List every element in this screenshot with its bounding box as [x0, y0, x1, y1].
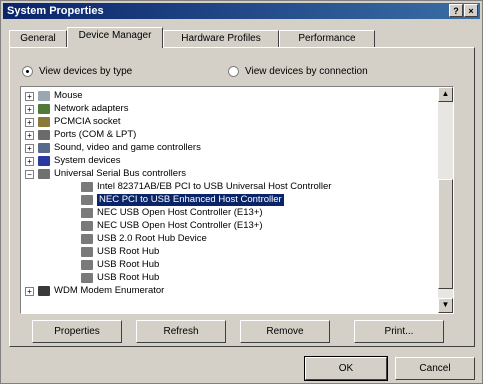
collapse-icon[interactable]: − — [25, 169, 34, 179]
tree-item-nec-open-2[interactable]: NEC USB Open Host Controller (E13+) — [81, 220, 263, 232]
tree-item-pcmcia-socket[interactable]: + PCMCIA socket — [25, 116, 121, 128]
tree-item-label: WDM Modem Enumerator — [54, 285, 165, 296]
tab-device-manager[interactable]: Device Manager — [67, 27, 163, 48]
tree-item-usb2-root-hub[interactable]: USB 2.0 Root Hub Device — [81, 233, 207, 245]
tree-item-label: Mouse — [54, 90, 83, 101]
ok-button[interactable]: OK — [304, 356, 388, 381]
device-tree[interactable]: + Mouse + Network adapters + PCMCIA sock… — [20, 86, 454, 314]
tab-hardware-profiles[interactable]: Hardware Profiles — [163, 30, 279, 47]
tree-item-label: Universal Serial Bus controllers — [54, 168, 186, 179]
title-bar[interactable]: System Properties ? × — [3, 3, 480, 19]
view-by-connection-option[interactable]: View devices by connection — [228, 64, 368, 78]
tree-item-label: USB Root Hub — [97, 259, 160, 270]
tree-item-label: Network adapters — [54, 103, 129, 114]
expand-icon[interactable]: + — [25, 130, 34, 140]
tree-item-mouse[interactable]: + Mouse — [25, 90, 83, 102]
remove-button[interactable]: Remove — [240, 320, 330, 343]
usb-device-icon — [81, 195, 93, 205]
tree-item-wdm-modem[interactable]: + WDM Modem Enumerator — [25, 285, 164, 297]
tree-item-label: Sound, video and game controllers — [54, 142, 201, 153]
tree-item-sound-video[interactable]: + Sound, video and game controllers — [25, 142, 201, 154]
view-by-connection-label: View devices by connection — [245, 65, 368, 77]
print-button[interactable]: Print... — [354, 320, 444, 343]
mouse-icon — [38, 91, 50, 101]
tree-item-nec-open-1[interactable]: NEC USB Open Host Controller (E13+) — [81, 207, 263, 219]
view-by-type-label: View devices by type — [39, 65, 133, 77]
window-title: System Properties — [7, 5, 104, 17]
tree-item-label: System devices — [54, 155, 121, 166]
tab-general[interactable]: General — [9, 30, 67, 47]
usb-device-icon — [81, 221, 93, 231]
usb-icon — [38, 169, 50, 179]
modem-icon — [38, 286, 50, 296]
tree-item-label: USB Root Hub — [97, 246, 160, 257]
view-by-connection-radio[interactable] — [228, 65, 239, 77]
tree-item-label: Intel 82371AB/EB PCI to USB Universal Ho… — [97, 181, 332, 192]
tree-item-label: USB 2.0 Root Hub Device — [97, 233, 207, 244]
tree-item-label: USB Root Hub — [97, 272, 160, 283]
scroll-thumb[interactable] — [438, 179, 453, 289]
tree-item-ports[interactable]: + Ports (COM & LPT) — [25, 129, 136, 141]
expand-icon[interactable]: + — [25, 156, 34, 166]
tree-item-usb-root-hub-1[interactable]: USB Root Hub — [81, 246, 159, 258]
tree-item-usb-root-hub-3[interactable]: USB Root Hub — [81, 272, 159, 284]
close-button[interactable]: × — [464, 4, 478, 17]
device-manager-panel: View devices by type View devices by con… — [9, 47, 475, 347]
usb-device-icon — [81, 260, 93, 270]
expand-icon[interactable]: + — [25, 104, 34, 114]
tree-item-nec-enhanced[interactable]: NEC PCI to USB Enhanced Host Controller — [81, 193, 285, 207]
usb-device-icon — [81, 273, 93, 283]
refresh-button[interactable]: Refresh — [136, 320, 226, 343]
tree-item-system-devices[interactable]: + System devices — [25, 155, 121, 167]
usb-device-icon — [81, 234, 93, 244]
cancel-button[interactable]: Cancel — [395, 357, 475, 380]
expand-icon[interactable]: + — [25, 91, 34, 101]
network-card-icon — [38, 104, 50, 114]
expand-icon[interactable]: + — [25, 143, 34, 153]
tree-item-label: Ports (COM & LPT) — [54, 129, 137, 140]
tree-item-usb-root-hub-2[interactable]: USB Root Hub — [81, 259, 159, 271]
title-buttons: ? × — [449, 4, 478, 17]
tree-item-label: NEC USB Open Host Controller (E13+) — [97, 207, 263, 218]
scroll-down-icon[interactable]: ▼ — [438, 298, 453, 313]
help-button[interactable]: ? — [449, 4, 463, 17]
usb-device-icon — [81, 182, 93, 192]
view-by-type-radio[interactable] — [22, 65, 33, 77]
tab-performance[interactable]: Performance — [279, 30, 375, 47]
tree-item-label: PCMCIA socket — [54, 116, 121, 127]
tree-item-label: NEC USB Open Host Controller (E13+) — [97, 220, 263, 231]
tree-item-network-adapters[interactable]: + Network adapters — [25, 103, 128, 115]
tree-item-intel-usb[interactable]: Intel 82371AB/EB PCI to USB Universal Ho… — [81, 181, 331, 193]
tree-item-usb-controllers[interactable]: − Universal Serial Bus controllers — [25, 168, 186, 180]
expand-icon[interactable]: + — [25, 286, 34, 296]
vertical-scrollbar[interactable]: ▲ ▼ — [438, 87, 453, 313]
expand-icon[interactable]: + — [25, 117, 34, 127]
tree-item-label-selected: NEC PCI to USB Enhanced Host Controller — [96, 193, 285, 207]
scroll-up-icon[interactable]: ▲ — [438, 87, 453, 102]
properties-button[interactable]: Properties — [32, 320, 122, 343]
usb-device-icon — [81, 247, 93, 257]
speaker-icon — [38, 143, 50, 153]
system-properties-window: System Properties ? × General Device Man… — [0, 0, 483, 384]
port-icon — [38, 130, 50, 140]
view-by-type-option[interactable]: View devices by type — [22, 64, 132, 78]
pcmcia-icon — [38, 117, 50, 127]
computer-icon — [38, 156, 50, 166]
usb-device-icon — [81, 208, 93, 218]
